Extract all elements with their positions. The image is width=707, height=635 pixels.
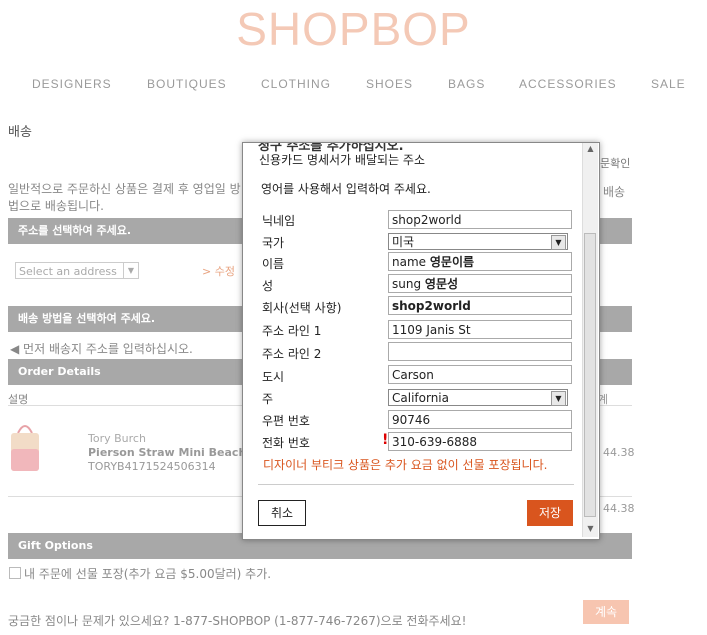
last-name-value: sung	[392, 277, 422, 291]
scroll-down-icon[interactable]: ▼	[583, 523, 598, 535]
address-select-value: Select an address	[19, 265, 117, 278]
company-field[interactable]: shop2world	[388, 296, 572, 315]
address1-label: 주소 라인 1	[262, 324, 322, 338]
chevron-down-icon: ▼	[551, 391, 566, 406]
cancel-button[interactable]: 취소	[258, 500, 306, 526]
city-field[interactable]: Carson	[388, 365, 572, 384]
main-nav: DESIGNERS BOUTIQUES CLOTHING SHOES BAGS …	[32, 77, 707, 93]
address2-label: 주소 라인 2	[262, 347, 322, 361]
chevron-down-icon: ▼	[551, 235, 566, 250]
help-text: 궁금한 점이나 문제가 있으세요? 1-877-SHOPBOP (1-877-7…	[8, 614, 467, 628]
nickname-field[interactable]: shop2world	[388, 210, 572, 229]
nickname-label: 닉네임	[262, 214, 296, 228]
city-label: 도시	[262, 370, 285, 384]
gift-wrap-note: 디자이너 부티크 상품은 추가 요금 없이 선물 포장됩니다.	[263, 458, 548, 472]
product-sku: TORYB4171524506314	[88, 460, 216, 473]
phone-label: 전화 번호	[262, 436, 310, 450]
state-select[interactable]: California ▼	[388, 389, 568, 406]
first-name-field[interactable]: name 영문이름	[388, 252, 572, 271]
phone-field[interactable]: 310-639-6888	[388, 432, 572, 451]
product-price: 44.38	[603, 446, 635, 459]
shipping-info-text-right: 배송	[603, 185, 626, 199]
country-label: 국가	[262, 236, 285, 250]
scroll-thumb[interactable]	[584, 233, 596, 517]
nav-boutiques[interactable]: BOUTIQUES	[147, 77, 227, 91]
dialog-divider	[258, 484, 574, 485]
scroll-up-icon[interactable]: ▲	[583, 143, 598, 155]
nav-clothing[interactable]: CLOTHING	[261, 77, 331, 91]
address2-field[interactable]	[388, 342, 572, 361]
zip-label: 우편 번호	[262, 414, 310, 428]
nav-bags[interactable]: BAGS	[448, 77, 485, 91]
shipping-info-text: 일반적으로 주문하신 상품은 결제 후 영업일 방법으로 배송됩니다.	[8, 182, 241, 213]
page-title: 배송	[8, 125, 32, 140]
first-name-annotation: 영문이름	[429, 255, 475, 269]
address-select[interactable]: Select an address ▼	[15, 262, 139, 279]
country-select-value: 미국	[392, 235, 415, 249]
last-name-field[interactable]: sung 영문성	[388, 274, 572, 293]
first-name-label: 이름	[262, 257, 285, 271]
zip-field[interactable]: 90746	[388, 410, 572, 429]
order-confirm-step: 문확인	[600, 157, 631, 170]
product-name[interactable]: Pierson Straw Mini Beach T	[88, 446, 258, 459]
last-name-annotation: 영문성	[424, 277, 459, 291]
state-select-value: California	[392, 391, 449, 405]
continue-button[interactable]: 계속	[583, 600, 629, 624]
nav-designers[interactable]: DESIGNERS	[32, 77, 112, 91]
nav-sale[interactable]: SALE	[651, 77, 686, 91]
address1-field[interactable]: 1109 Janis St	[388, 320, 572, 339]
dialog-subtitle: 신용카드 명세서가 배달되는 주소	[259, 153, 426, 167]
modify-address-link[interactable]: > 수정	[202, 263, 235, 279]
first-name-value: name	[392, 255, 427, 269]
gift-wrap-label: 내 주문에 선물 포장(추가 요금 $5.00달러) 추가.	[24, 567, 272, 581]
dialog-scrollbar[interactable]: ▲ ▼	[582, 143, 598, 537]
nav-shoes[interactable]: SHOES	[366, 77, 413, 91]
save-button[interactable]: 저장	[527, 500, 573, 526]
billing-address-dialog: 청구 주소를 추가하십시오. 신용카드 명세서가 배달되는 주소 영어를 사용해…	[242, 142, 600, 540]
nav-accessories[interactable]: ACCESSORIES	[519, 77, 617, 91]
last-name-label: 성	[262, 279, 274, 293]
product-brand: Tory Burch	[88, 432, 146, 445]
order-total: 44.38	[603, 502, 635, 515]
state-label: 주	[262, 392, 274, 406]
shopbop-logo[interactable]: SHOPBOP	[0, 2, 707, 56]
country-select[interactable]: 미국 ▼	[388, 233, 568, 250]
enter-address-first-text: ◀ 먼저 배송지 주소를 입력하십시오.	[10, 342, 193, 356]
language-note: 영어를 사용해서 입력하여 주세요.	[261, 182, 431, 196]
chevron-down-icon: ▼	[123, 263, 138, 278]
product-image[interactable]	[10, 419, 40, 473]
company-label: 회사(선택 사항)	[262, 301, 342, 315]
gift-wrap-checkbox[interactable]	[9, 567, 21, 579]
